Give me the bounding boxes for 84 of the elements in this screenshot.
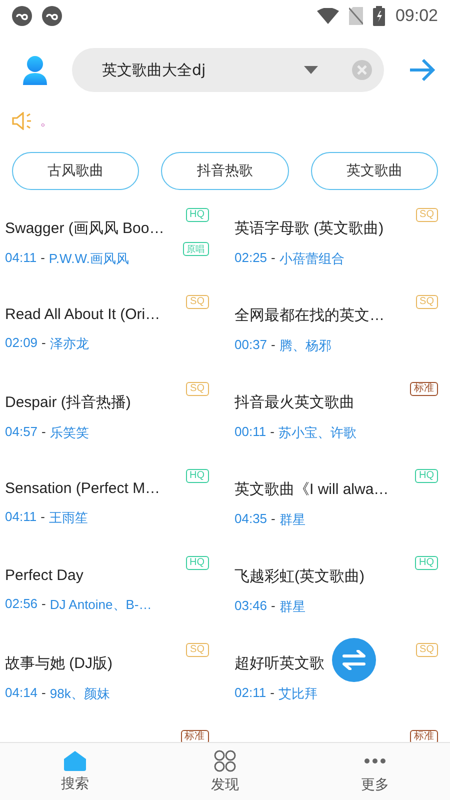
song-artist[interactable]: 群星 (279, 511, 306, 529)
swap-icon (342, 650, 366, 670)
song-title[interactable]: 抖音最火英文歌曲 (234, 393, 356, 412)
status-time: 09:02 (395, 6, 438, 26)
notice-text: 。 (40, 112, 54, 130)
separator: - (40, 250, 46, 267)
swap-button[interactable] (332, 638, 376, 682)
separator: - (40, 596, 47, 613)
quality-tag: HQ (415, 469, 438, 483)
wifi-icon (317, 8, 340, 24)
arrow-right-icon[interactable] (408, 58, 436, 82)
separator: - (269, 424, 276, 441)
tag-chip[interactable]: 古风歌曲 (12, 152, 140, 190)
quality-tag: SQ (416, 295, 438, 309)
separator: - (40, 685, 47, 702)
song-artist[interactable]: 王雨笙 (48, 509, 88, 527)
song-title[interactable]: 故事与她 (DJ版) (5, 654, 112, 673)
tag-chip[interactable]: 抖音热歌 (161, 152, 289, 190)
song-artist[interactable]: DJ Antoine、B-… (50, 596, 152, 614)
song-artist[interactable]: 群星 (279, 598, 306, 616)
quality-tag: 标准 (410, 382, 438, 396)
quality-tag: HQ (186, 556, 208, 570)
quality-tag: HQ (186, 208, 208, 222)
song-artist[interactable]: 苏小宝、许歌 (278, 424, 356, 442)
song-duration: 04:35 (234, 511, 268, 528)
separator: - (270, 598, 276, 615)
app-icon (12, 6, 32, 26)
nav-tab[interactable]: 搜索 (61, 750, 89, 792)
song-duration: 02:11 (234, 685, 266, 702)
song-artist[interactable]: 泽亦龙 (50, 335, 89, 353)
song-duration: 00:11 (234, 424, 266, 441)
quality-tag: SQ (186, 643, 208, 657)
song-duration: 02:09 (5, 335, 38, 352)
song-title[interactable]: Read All About It (Ori… (5, 306, 160, 323)
song-artist[interactable]: 乐笑笑 (50, 424, 89, 442)
battery-icon (373, 6, 386, 26)
user-avatar-icon[interactable] (22, 55, 48, 85)
separator: - (270, 337, 276, 354)
song-duration: 04:14 (5, 685, 38, 702)
quality-tag: SQ (186, 295, 208, 309)
song-artist[interactable]: 艾比拜 (278, 685, 318, 703)
quality-tag: SQ (416, 208, 438, 222)
app-icon (42, 6, 62, 26)
song-duration: 02:56 (5, 596, 38, 613)
quality-tag: SQ (416, 643, 438, 657)
song-title[interactable]: 飞越彩虹(英文歌曲) (234, 567, 364, 586)
quality-tag: SQ (186, 382, 208, 396)
song-title[interactable]: Sensation (Perfect M… (5, 480, 160, 497)
song-title[interactable]: 英语字母歌 (英文歌曲) (234, 219, 384, 238)
song-duration: 03:46 (234, 598, 268, 615)
grid-icon (214, 750, 236, 772)
song-title[interactable]: Despair (抖音热播) (5, 393, 131, 412)
separator: - (40, 509, 46, 526)
separator: - (270, 511, 276, 528)
separator: - (40, 335, 47, 352)
tag-chip[interactable]: 英文歌曲 (310, 152, 438, 190)
song-title[interactable]: 超好听英文歌 (234, 654, 324, 673)
nav-tab[interactable]: 发现 (211, 750, 239, 794)
song-artist[interactable]: P.W.W.画风风 (48, 250, 129, 268)
search-field[interactable]: 英文歌曲大全dj (72, 48, 384, 92)
song-title[interactable]: Swagger (画风风 Boo… (5, 219, 164, 238)
song-artist[interactable]: 腾、杨邪 (279, 337, 332, 355)
song-artist[interactable]: 小蓓蕾组合 (279, 250, 344, 268)
separator: - (40, 424, 47, 441)
quality-tag: HQ (415, 556, 438, 570)
song-duration: 04:11 (5, 509, 37, 526)
song-artist[interactable]: 98k、颜妹 (50, 685, 110, 703)
song-duration: 00:37 (234, 337, 268, 354)
nav-tab[interactable]: 更多 (361, 750, 389, 794)
separator: - (269, 685, 276, 702)
no-sim-icon (349, 7, 364, 25)
song-duration: 02:25 (234, 250, 268, 267)
song-title[interactable]: Perfect Day (5, 567, 152, 584)
song-title[interactable]: 全网最都在找的英文… (234, 306, 384, 325)
dropdown-caret-icon[interactable] (304, 66, 318, 74)
speaker-icon (12, 112, 34, 130)
more-icon (364, 758, 386, 764)
original-tag: 原唱 (182, 242, 208, 256)
song-duration: 04:57 (5, 424, 38, 441)
quality-tag: HQ (186, 469, 208, 483)
home-icon (64, 750, 86, 770)
separator: - (270, 250, 276, 267)
song-title[interactable]: 英文歌曲《I will alwa… (234, 480, 389, 499)
song-duration: 04:11 (5, 250, 37, 267)
